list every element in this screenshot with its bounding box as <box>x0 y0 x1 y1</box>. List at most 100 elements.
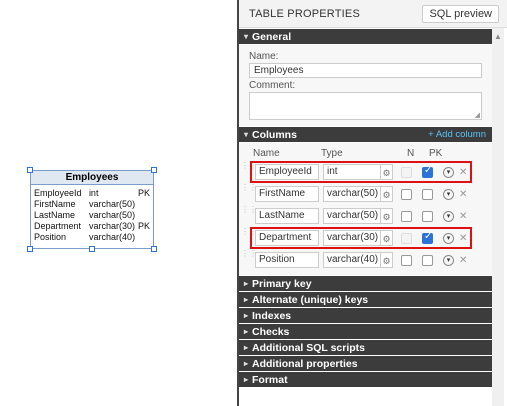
gear-icon[interactable]: ⚙ <box>381 230 393 246</box>
close-icon[interactable]: ✕ <box>459 211 467 222</box>
section-format[interactable]: ▸ Format <box>239 372 492 387</box>
column-name-input[interactable]: Department <box>255 230 319 246</box>
column-type-input[interactable]: int <box>323 164 381 180</box>
section-checks[interactable]: ▸ Checks <box>239 324 492 339</box>
entity-col-name: Department <box>34 221 82 231</box>
comment-textarea[interactable]: ◢ <box>249 92 482 120</box>
chevron-down-icon[interactable]: ▾ <box>443 166 454 178</box>
close-icon[interactable]: ✕ <box>459 233 467 244</box>
section-label: General <box>252 30 292 43</box>
nullable-checkbox[interactable] <box>401 210 412 222</box>
pk-checkbox[interactable] <box>422 231 433 244</box>
section-indexes[interactable]: ▸ Indexes <box>239 308 492 323</box>
chevron-down-icon[interactable]: ▾ <box>443 254 454 266</box>
columns-body: Name Type N PK ⋮⋮ EmployeeId int ⚙ ▾ ✕ <box>239 143 492 275</box>
pk-checkbox[interactable] <box>422 165 433 178</box>
resize-handle-nw[interactable] <box>27 167 33 173</box>
drag-handle-icon[interactable]: ⋮⋮ <box>241 228 257 247</box>
diagram-canvas[interactable]: Employees EmployeeId int PK FirstName va… <box>0 0 237 406</box>
entity-col-pk <box>138 210 150 221</box>
pk-checkbox[interactable] <box>422 188 433 200</box>
resize-handle-sw[interactable] <box>27 246 33 252</box>
column-name-input[interactable]: Position <box>255 252 319 268</box>
section-label: Format <box>252 373 288 386</box>
gear-icon[interactable]: ⚙ <box>381 208 393 224</box>
header-name: Name <box>253 147 280 159</box>
drag-handle-icon[interactable]: ⋮⋮ <box>241 206 257 225</box>
entity-col-pk <box>138 199 150 210</box>
section-label: Columns <box>252 128 297 141</box>
section-additional-properties[interactable]: ▸ Additional properties <box>239 356 492 371</box>
comment-label: Comment: <box>249 80 296 91</box>
chevron-right-icon: ▸ <box>244 327 249 336</box>
gear-icon[interactable]: ⚙ <box>381 186 393 202</box>
entity-col-type: varchar(50) <box>89 210 136 220</box>
sql-preview-button[interactable]: SQL preview <box>422 4 499 23</box>
close-icon[interactable]: ✕ <box>459 255 467 266</box>
header-pk: PK <box>429 147 443 159</box>
chevron-right-icon: ▸ <box>244 311 249 320</box>
section-label: Additional properties <box>252 357 358 370</box>
chevron-down-icon[interactable]: ▾ <box>443 188 454 200</box>
close-icon[interactable]: ✕ <box>459 167 467 178</box>
resize-handle-ne[interactable] <box>151 167 157 173</box>
column-type-input[interactable]: varchar(50) <box>323 208 381 224</box>
entity-row: LastName varchar(50) <box>34 210 150 221</box>
columns-header-row: Name Type N PK <box>239 145 492 161</box>
chevron-right-icon: ▸ <box>244 343 249 352</box>
chevron-right-icon: ▸ <box>244 359 249 368</box>
drag-handle-icon[interactable]: ⋮⋮ <box>241 162 257 181</box>
section-primary-key[interactable]: ▸ Primary key <box>239 276 492 291</box>
panel-scrollbar[interactable]: ▲ <box>492 28 504 406</box>
entity-rows: EmployeeId int PK FirstName varchar(50) … <box>31 185 153 243</box>
entity-col-type: varchar(40) <box>89 232 136 242</box>
entity-col-pk: PK <box>138 221 151 231</box>
resize-handle-s[interactable] <box>89 246 95 252</box>
nullable-checkbox[interactable] <box>401 232 412 244</box>
section-label: Additional SQL scripts <box>252 341 366 354</box>
column-name-input[interactable]: FirstName <box>255 186 319 202</box>
section-columns[interactable]: ▾ Columns + Add column <box>239 127 492 142</box>
drag-handle-icon[interactable]: ⋮⋮ <box>241 250 257 269</box>
section-general[interactable]: ▾ General <box>239 29 492 44</box>
pk-checkbox[interactable] <box>422 254 433 266</box>
column-name-input[interactable]: LastName <box>255 208 319 224</box>
column-row: ⋮⋮ FirstName varchar(50) ⚙ ▾ ✕ <box>239 183 492 205</box>
column-name-input[interactable]: EmployeeId <box>255 164 319 180</box>
entity-row: FirstName varchar(50) <box>34 199 150 210</box>
nullable-checkbox[interactable] <box>401 188 412 200</box>
name-label: Name: <box>249 51 279 62</box>
header-type: Type <box>321 147 343 159</box>
drag-handle-icon[interactable]: ⋮⋮ <box>241 184 257 203</box>
table-name-input[interactable]: Employees <box>249 63 482 78</box>
gear-icon[interactable]: ⚙ <box>381 164 393 180</box>
add-column-button[interactable]: + Add column <box>428 129 486 140</box>
chevron-right-icon: ▸ <box>244 375 249 384</box>
nullable-checkbox[interactable] <box>401 254 412 266</box>
resize-handle-se[interactable] <box>151 246 157 252</box>
scroll-up-icon[interactable]: ▲ <box>494 32 502 41</box>
chevron-down-icon[interactable]: ▾ <box>443 210 454 222</box>
chevron-down-icon[interactable]: ▾ <box>443 232 454 244</box>
column-type-input[interactable]: varchar(40) <box>323 252 381 268</box>
panel-title: TABLE PROPERTIES <box>249 7 360 20</box>
column-type-input[interactable]: varchar(50) <box>323 186 381 202</box>
chevron-right-icon: ▸ <box>244 279 249 288</box>
close-icon[interactable]: ✕ <box>459 189 467 200</box>
resize-grip-icon[interactable]: ◢ <box>475 111 480 119</box>
nullable-checkbox[interactable] <box>401 166 412 178</box>
chevron-down-icon: ▾ <box>244 32 249 41</box>
column-row: ⋮⋮ EmployeeId int ⚙ ▾ ✕ <box>239 161 492 183</box>
section-additional-sql[interactable]: ▸ Additional SQL scripts <box>239 340 492 355</box>
section-alternate-keys[interactable]: ▸ Alternate (unique) keys <box>239 292 492 307</box>
entity-col-type: varchar(50) <box>89 199 136 209</box>
gear-icon[interactable]: ⚙ <box>381 252 393 268</box>
chevron-right-icon: ▸ <box>244 295 249 304</box>
entity-col-name: EmployeeId <box>34 188 82 198</box>
pk-checkbox[interactable] <box>422 210 433 222</box>
general-body: Name: Employees Comment: ◢ <box>239 45 492 126</box>
column-row: ⋮⋮ Department varchar(30) ⚙ ▾ ✕ <box>239 227 492 249</box>
employees-entity[interactable]: Employees EmployeeId int PK FirstName va… <box>30 170 154 249</box>
column-type-input[interactable]: varchar(30) <box>323 230 381 246</box>
highlighted-column-row: EmployeeId int ⚙ ▾ ✕ <box>249 161 473 183</box>
